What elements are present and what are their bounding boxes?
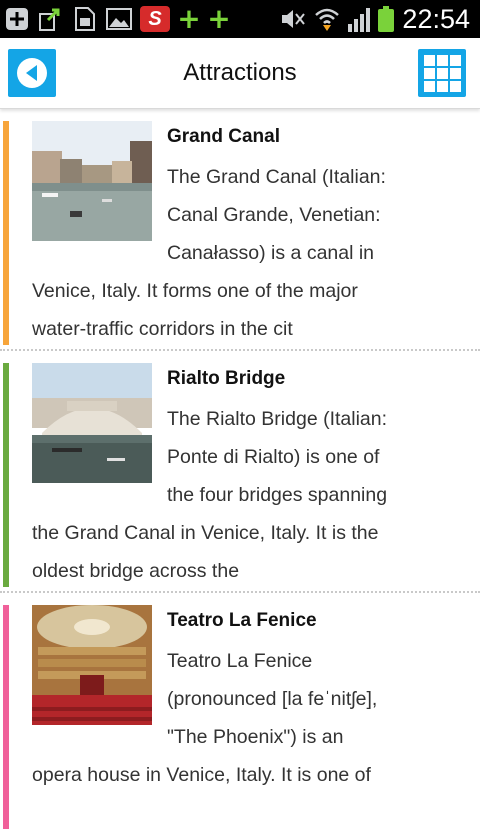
status-bar: S + + 22:54 bbox=[0, 0, 480, 38]
attraction-description: The Grand Canal (Italian: Canal Grande, … bbox=[32, 158, 432, 348]
list-item[interactable]: Teatro La Fenice Teatro La Fenice (prono… bbox=[0, 593, 480, 835]
mute-icon bbox=[280, 6, 306, 32]
description-line: (pronounced [la feˈnitʃe], bbox=[167, 688, 378, 710]
s-app-icon: S bbox=[140, 6, 170, 32]
description-line: The Grand Canal (Italian: bbox=[167, 166, 386, 188]
status-right-icons: 22:54 bbox=[280, 4, 470, 34]
image-icon bbox=[106, 6, 132, 32]
attraction-name: Teatro La Fenice bbox=[167, 610, 317, 631]
accent-bar bbox=[3, 121, 9, 345]
description-line: The Rialto Bridge (Italian: bbox=[167, 408, 388, 430]
plus-icon: + bbox=[207, 2, 231, 35]
description-line: Venice, Italy. It forms one of the major bbox=[32, 280, 358, 302]
page-title: Attractions bbox=[183, 59, 297, 86]
description-line: opera house in Venice, Italy. It is one … bbox=[32, 764, 371, 786]
list-item[interactable]: Grand Canal The Grand Canal (Italian: Ca… bbox=[0, 109, 480, 351]
grid-icon bbox=[423, 54, 461, 92]
attraction-description: Teatro La Fenice (pronounced [la feˈnitʃ… bbox=[32, 642, 432, 794]
list-item[interactable]: Rialto Bridge The Rialto Bridge (Italian… bbox=[0, 351, 480, 593]
description-line: Canal Grande, Venetian: bbox=[167, 204, 381, 226]
description-line: water-traffic corridors in the cit bbox=[32, 318, 293, 340]
share-icon bbox=[38, 6, 64, 32]
description-line: Canałasso) is a canal in bbox=[167, 242, 375, 264]
app-header: Attractions bbox=[0, 38, 480, 109]
description-line: oldest bridge across the bbox=[32, 560, 240, 582]
battery-icon bbox=[378, 6, 395, 32]
description-line: the Grand Canal in Venice, Italy. It is … bbox=[32, 522, 379, 544]
sd-card-icon bbox=[72, 6, 98, 32]
add-box-icon bbox=[4, 6, 30, 32]
back-icon bbox=[17, 58, 47, 88]
status-left-icons: S + + bbox=[4, 2, 231, 35]
attraction-name: Rialto Bridge bbox=[167, 368, 286, 389]
wifi-icon bbox=[314, 6, 340, 32]
signal-icon bbox=[348, 6, 371, 32]
description-line: Ponte di Rialto) is one of bbox=[167, 446, 380, 468]
description-line: "The Phoenix") is an bbox=[167, 726, 344, 748]
attractions-list: Grand Canal The Grand Canal (Italian: Ca… bbox=[0, 109, 480, 835]
grid-view-button[interactable] bbox=[418, 49, 466, 97]
description-line: Teatro La Fenice bbox=[167, 650, 313, 672]
attraction-description: The Rialto Bridge (Italian: Ponte di Ria… bbox=[32, 400, 432, 590]
accent-bar bbox=[3, 363, 9, 587]
accent-bar bbox=[3, 605, 9, 829]
plus-icon: + bbox=[177, 2, 201, 35]
description-line: the four bridges spanning bbox=[167, 484, 388, 506]
status-time: 22:54 bbox=[402, 3, 470, 34]
attraction-name: Grand Canal bbox=[167, 126, 280, 147]
back-button[interactable] bbox=[8, 49, 56, 97]
